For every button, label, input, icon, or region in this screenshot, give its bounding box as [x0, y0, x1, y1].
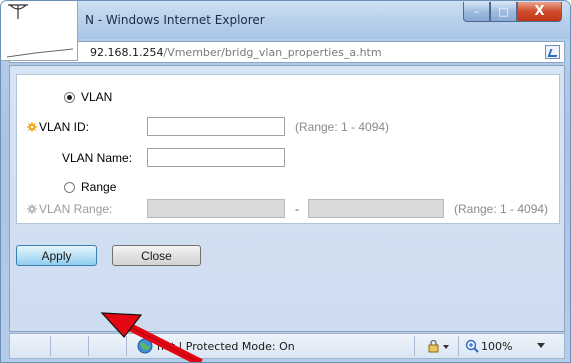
vlan-name-input[interactable]: [147, 148, 285, 167]
address-host: 92.168.1.254: [90, 46, 164, 59]
window-edge-fragment: [6, 48, 74, 58]
status-separator: [88, 336, 89, 356]
vlan-form-panel: VLAN VLAN ID: (Range: 1 - 4094) VLAN Nam…: [16, 74, 560, 224]
status-bar: net | Protected Mode: On 100%: [9, 333, 565, 359]
background-window-fragment: [1, 1, 78, 61]
title-bar[interactable]: N - Windows Internet Explorer – □ X: [1, 1, 570, 39]
vlan-range-start-input[interactable]: [147, 199, 285, 218]
close-button[interactable]: Close: [112, 245, 201, 266]
required-gear-icon: [27, 122, 37, 132]
vlan-range-label: VLAN Range:: [39, 202, 113, 216]
address-bar[interactable]: 92.168.1.254/Vmember/bridg_vlan_properti…: [9, 41, 565, 63]
status-separator: [126, 336, 127, 356]
vlan-id-input[interactable]: [147, 117, 285, 136]
security-zone-text: net | Protected Mode: On: [157, 340, 295, 353]
apply-button[interactable]: Apply: [16, 245, 97, 266]
range-separator: -: [295, 202, 299, 216]
page-content: VLAN VLAN ID: (Range: 1 - 4094) VLAN Nam…: [9, 65, 565, 332]
security-lock-icon[interactable]: [428, 340, 450, 353]
maximize-button[interactable]: □: [490, 2, 517, 22]
chevron-down-icon[interactable]: [537, 343, 545, 349]
status-separator: [414, 336, 415, 356]
range-radio[interactable]: [64, 182, 75, 193]
disabled-gear-icon: [27, 204, 37, 214]
zoom-level[interactable]: 100%: [481, 340, 512, 353]
vlan-range-end-input[interactable]: [308, 199, 444, 218]
vlan-option-label: VLAN: [81, 90, 113, 104]
minimize-button[interactable]: –: [463, 2, 490, 22]
address-path: /Vmember/bridg_vlan_properties_a.htm: [163, 46, 382, 59]
range-option-label: Range: [81, 180, 117, 194]
globe-icon: [137, 338, 153, 354]
ie-popup-window: N - Windows Internet Explorer – □ X 92.1…: [0, 0, 571, 363]
address-url: 92.168.1.254/Vmember/bridg_vlan_properti…: [90, 46, 382, 59]
vlan-id-range-hint: (Range: 1 - 4094): [295, 120, 390, 134]
antenna-icon: [8, 4, 28, 19]
vlan-radio[interactable]: [64, 92, 75, 103]
zoom-icon[interactable]: [465, 339, 479, 353]
window-title: N - Windows Internet Explorer: [85, 13, 265, 27]
page-compat-icon[interactable]: [545, 45, 560, 59]
status-separator: [50, 336, 51, 356]
close-window-button[interactable]: X: [517, 2, 562, 22]
vlan-id-label: VLAN ID:: [39, 120, 90, 134]
vlan-name-label: VLAN Name:: [62, 151, 133, 165]
window-controls: – □ X: [463, 2, 562, 22]
vlan-range-hint: (Range: 1 - 4094): [454, 202, 549, 216]
status-separator: [458, 336, 459, 356]
